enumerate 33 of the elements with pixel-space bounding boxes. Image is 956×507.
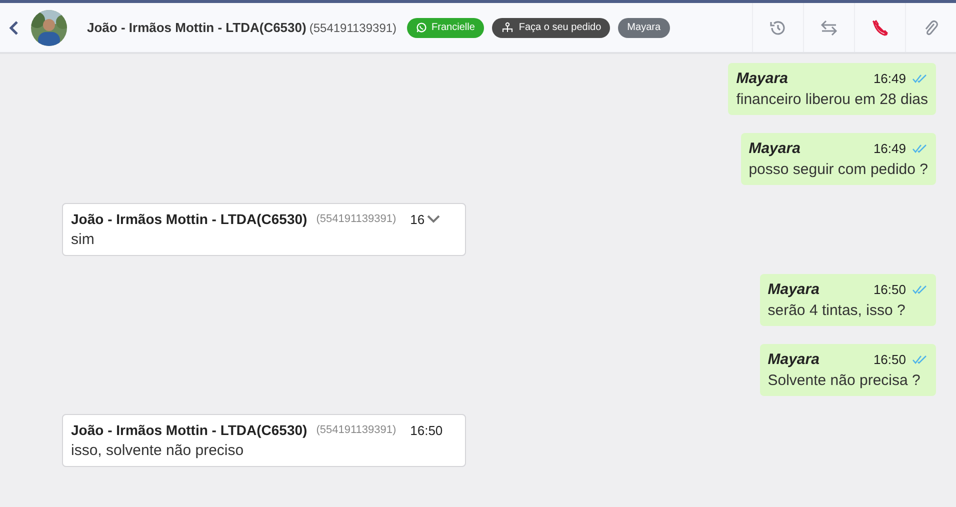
- message-text: financeiro liberou em 28 dias: [736, 91, 928, 108]
- swap-icon[interactable]: [820, 20, 838, 36]
- whatsapp-icon: [416, 22, 427, 33]
- phone-off-icon[interactable]: [871, 18, 889, 36]
- message-text: serão 4 tintas, isso ?: [768, 302, 906, 319]
- message-time: 16:49: [873, 71, 906, 86]
- sender-phone: (554191139391): [316, 424, 396, 436]
- message-time: 16: [410, 212, 425, 226]
- message-author: Mayara: [748, 140, 802, 157]
- chevron-down-icon[interactable]: [426, 215, 440, 223]
- back-icon[interactable]: [9, 20, 19, 34]
- message-text: posso seguir com pedido ?: [748, 161, 928, 178]
- message-time: 16:50: [873, 282, 906, 297]
- sender-phone: (554191139391): [316, 213, 396, 225]
- message-author: João - Irmãos Mottin - LTDA(C6530): [71, 422, 308, 438]
- message-text: isso, solvente não preciso: [71, 442, 245, 459]
- message-text: sim: [71, 231, 96, 248]
- contact-name: João - Irmãos Mottin - LTDA(C6530): [87, 20, 306, 35]
- paperclip-icon[interactable]: [923, 18, 939, 36]
- tag[interactable]: Francielle: [406, 18, 484, 38]
- flow-icon: [500, 22, 514, 34]
- message-time: 16:50: [873, 352, 906, 367]
- message-author: João - Irmãos Mottin - LTDA(C6530): [71, 211, 308, 227]
- tag[interactable]: Faça o seu pedido: [492, 18, 610, 38]
- message-author: Mayara: [768, 281, 820, 298]
- history-icon[interactable]: [769, 18, 787, 36]
- message-author: Mayara: [768, 351, 820, 368]
- message-time: 16:49: [873, 141, 906, 156]
- message-time: 16:50: [410, 422, 443, 438]
- message-author: Mayara: [736, 70, 789, 87]
- tag[interactable]: Mayara: [618, 18, 670, 38]
- contact-phone: (554191139391): [309, 20, 397, 34]
- message-text: Solvente não precisa ?: [768, 372, 922, 389]
